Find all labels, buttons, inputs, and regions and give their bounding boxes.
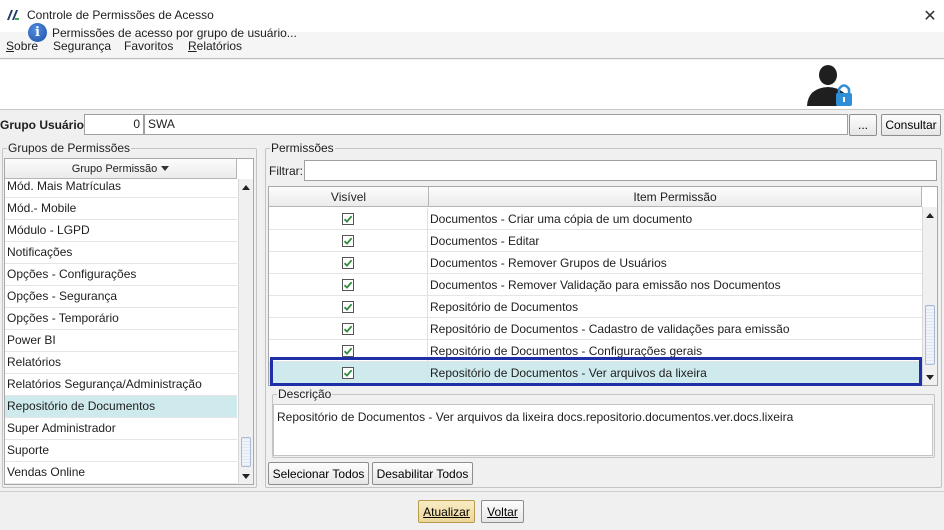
atualizar-label: Atualizar: [423, 504, 470, 519]
visivel-cell: [269, 362, 428, 384]
atualizar-button[interactable]: Atualizar: [418, 500, 475, 523]
item-permissao-label: Repositório de Documentos - Configuraçõe…: [430, 344, 703, 358]
item-permissao-label: Documentos - Remover Grupos de Usuários: [430, 256, 667, 270]
checkbox-checked-icon[interactable]: [342, 257, 354, 269]
permissao-row[interactable]: Repositório de Documentos: [269, 296, 922, 318]
menu-sobre-mnemonic: S: [6, 39, 15, 53]
grupos-title: Grupos de Permissões: [7, 141, 132, 155]
item-permissao-label: Repositório de Documentos: [430, 300, 579, 314]
grupo-list-item[interactable]: Opções - Configurações: [5, 264, 237, 286]
close-icon[interactable]: ✕: [918, 4, 942, 28]
menu-seguranca[interactable]: Segurança: [53, 39, 111, 53]
permissao-row[interactable]: Repositório de Documentos - Ver arquivos…: [269, 362, 922, 384]
menu-favoritos-label: Favoritos: [124, 39, 174, 53]
visivel-cell: [269, 340, 428, 362]
voltar-label: Voltar: [487, 504, 518, 519]
menu-relatorios[interactable]: Relatórios: [188, 39, 242, 53]
checkbox-checked-icon[interactable]: [342, 367, 354, 379]
checkbox-checked-icon[interactable]: [342, 323, 354, 335]
grupo-usuario-label: Grupo Usuário:: [0, 118, 89, 132]
permissoes-scrollbar[interactable]: [922, 207, 937, 385]
grupo-list-item[interactable]: Opções - Segurança: [5, 286, 237, 308]
grupo-list-item[interactable]: Mód.- Mobile: [5, 198, 237, 220]
grupo-list-item[interactable]: Suporte: [5, 440, 237, 462]
sort-down-icon: [161, 166, 170, 171]
voltar-button[interactable]: Voltar: [481, 500, 524, 523]
window-title: Controle de Permissões de Acesso: [27, 8, 214, 22]
grupo-list-item[interactable]: Super Administrador: [5, 418, 237, 440]
menu-relatorios-label: elatórios: [196, 39, 243, 53]
scroll-thumb[interactable]: [925, 305, 935, 365]
item-permissao-label: Documentos - Remover Validação para emis…: [430, 278, 781, 292]
permissao-row[interactable]: Repositório de Documentos - Configuraçõe…: [269, 340, 922, 362]
scroll-down-icon[interactable]: [923, 369, 937, 385]
item-permissao-label: Documentos - Criar uma cópia de um docum…: [430, 212, 693, 226]
grupo-list-item[interactable]: Mód. Mais Matrículas: [5, 176, 237, 198]
visivel-cell: [269, 252, 428, 274]
visivel-cell: [269, 318, 428, 340]
grupos-list[interactable]: Grupo Permissão Mód. Mais Matrículas Mód.…: [4, 158, 254, 485]
app-logo-icon: [7, 10, 19, 20]
menu-relatorios-mnemonic: R: [188, 39, 197, 53]
desabilitar-todos-button[interactable]: Desabilitar Todos: [372, 462, 473, 485]
permissao-row[interactable]: Documentos - Remover Grupos de Usuários: [269, 252, 922, 274]
grupo-list-item[interactable]: Relatórios: [5, 352, 237, 374]
permissao-row[interactable]: Repositório de Documentos - Cadastro de …: [269, 318, 922, 340]
grupo-list-item[interactable]: Power BI: [5, 330, 237, 352]
permissao-row[interactable]: Documentos - Remover Validação para emis…: [269, 274, 922, 296]
banner-text: Permissões de acesso por grupo de usuári…: [52, 26, 297, 40]
item-permissao-label: Repositório de Documentos - Ver arquivos…: [430, 366, 707, 380]
filtrar-label: Filtrar:: [269, 164, 303, 178]
descricao-title: Descrição: [277, 387, 333, 401]
grupo-column-label: Grupo Permissão: [71, 162, 158, 175]
item-permissao-label: Documentos - Editar: [430, 234, 540, 248]
checkbox-checked-icon[interactable]: [342, 301, 354, 313]
ellipsis-button[interactable]: ...: [849, 114, 877, 136]
scroll-up-icon[interactable]: [239, 179, 253, 195]
permissoes-grid[interactable]: Visível Item Permissão Documentos - Cria…: [268, 186, 938, 386]
info-banner: [0, 60, 944, 110]
menu-seguranca-label: Segurança: [53, 39, 112, 53]
grupo-list-item[interactable]: Módulo - LGPD: [5, 220, 237, 242]
permissao-row[interactable]: Documentos - Editar: [269, 230, 922, 252]
checkbox-checked-icon[interactable]: [342, 279, 354, 291]
visivel-column-header[interactable]: Visível: [269, 187, 429, 207]
info-icon: i: [28, 23, 47, 42]
checkbox-checked-icon[interactable]: [342, 345, 354, 357]
visivel-cell: [269, 230, 428, 252]
checkbox-checked-icon[interactable]: [342, 235, 354, 247]
consultar-button[interactable]: Consultar: [881, 114, 941, 136]
grupo-list-item[interactable]: Relatórios Segurança/Administração: [5, 374, 237, 396]
visivel-cell: [269, 296, 428, 318]
descricao-text: Repositório de Documentos - Ver arquivos…: [273, 404, 933, 456]
grupo-list-item[interactable]: Notificações: [5, 242, 237, 264]
item-permissao-label: Repositório de Documentos - Cadastro de …: [430, 322, 790, 336]
menu-favoritos[interactable]: Favoritos: [124, 39, 173, 53]
scroll-down-icon[interactable]: [239, 468, 253, 484]
grupo-list-item[interactable]: Vendas Online: [5, 462, 237, 484]
grupo-name-field[interactable]: SWA: [144, 114, 848, 135]
permissoes-title: Permissões: [270, 141, 335, 155]
checkbox-checked-icon[interactable]: [342, 213, 354, 225]
visivel-cell: [269, 274, 428, 296]
grupo-list-item[interactable]: Opções - Temporário: [5, 308, 237, 330]
item-column-header[interactable]: Item Permissão: [429, 187, 922, 207]
grupo-code-field[interactable]: 0: [84, 114, 144, 135]
permissao-row[interactable]: Documentos - Criar uma cópia de um docum…: [269, 208, 922, 230]
user-lock-icon: [807, 65, 852, 106]
visivel-cell: [269, 208, 428, 230]
grupos-scrollbar[interactable]: [238, 179, 253, 484]
grupo-list-item[interactable]: Repositório de Documentos: [5, 396, 237, 418]
scroll-up-icon[interactable]: [923, 207, 937, 223]
scroll-thumb[interactable]: [241, 437, 251, 467]
filtrar-input[interactable]: [304, 160, 937, 181]
selecionar-todos-button[interactable]: Selecionar Todos: [268, 462, 369, 485]
